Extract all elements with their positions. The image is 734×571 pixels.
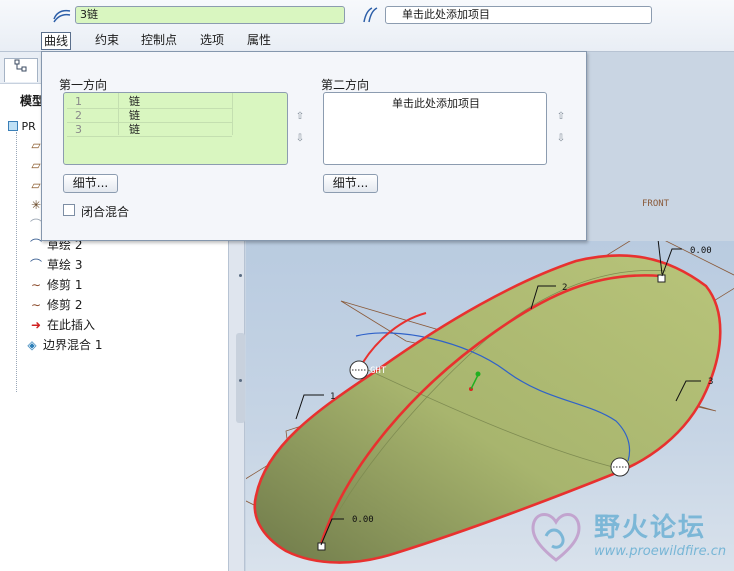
sketch-icon: ⌒ [29,258,42,272]
pane-splitter[interactable] [229,241,245,571]
splitter-grip-top [239,274,242,277]
tree-connector-line [16,132,17,392]
trim-curve-icon: ∼ [30,298,42,312]
dimension-top-label[interactable]: 0.00 [690,246,712,256]
watermark-url: www.proewildfire.cn [594,544,727,559]
second-direction-collector[interactable]: 单击此处添加项目 [385,6,652,24]
second-list-placeholder: 单击此处添加项目 [392,97,480,110]
tab-control-points[interactable]: 控制点 [139,32,179,50]
first-direction-collector[interactable]: 3链 [75,6,345,24]
tree-structure-icon [14,59,27,72]
curve-label-2[interactable]: 2 [562,283,567,293]
boundary-blend-dashboard: 3链 单击此处添加项目 曲线 约束 控制点 选项 属性 [0,0,734,52]
watermark-title: 野火论坛 [594,513,707,543]
chain-list-item[interactable]: 2链 [67,109,232,123]
curve-label-1[interactable]: 1 [330,392,335,402]
insert-arrow-icon: ➜ [30,318,42,332]
tree-item-trim-2[interactable]: ∼ 修剪 2 [28,296,82,314]
first-details-button[interactable]: 细节... [63,174,118,193]
watermark-logo-icon [531,513,581,562]
trim-curve-icon: ∼ [30,278,42,292]
chain-list-item[interactable]: 3链 [67,123,232,137]
tab-options[interactable]: 选项 [198,32,226,50]
boundary-blend-icon: ◈ [27,338,37,352]
second-details-button[interactable]: 细节... [323,174,378,193]
model-tree-tab[interactable] [4,58,38,82]
move-up-button-second[interactable]: ⇧ [554,111,568,123]
second-direction-chain-list[interactable]: 单击此处添加项目 [323,92,547,165]
first-direction-icon [53,9,71,23]
tree-root-label: PR [21,120,36,133]
front-plane-tag: FRONT [642,199,670,209]
tab-properties[interactable]: 属性 [245,32,273,50]
splitter-thumb[interactable] [236,333,245,423]
move-down-button[interactable]: ⇩ [293,133,307,145]
tree-item-boundary-blend[interactable]: ◈ 边界混合 1 [24,336,102,354]
tab-constraints[interactable]: 约束 [93,32,121,50]
tree-item-insert-here[interactable]: ➜ 在此插入 [28,316,95,334]
forum-watermark: 野火论坛 www.proewildfire.cn [520,504,730,566]
tree-item-sketch-3[interactable]: ⌒ 草绘 3 [28,256,82,274]
second-direction-icon [363,7,378,23]
part-icon [8,121,18,131]
closed-blend-checkbox[interactable] [63,204,75,216]
move-down-button-second[interactable]: ⇩ [554,133,568,145]
dimension-bottom-label[interactable]: 0.00 [352,515,374,525]
right-plane-label: GHT [370,366,387,376]
list-column-divider [232,93,233,135]
move-up-button[interactable]: ⇧ [293,111,307,123]
tree-root-part[interactable]: PR [8,120,36,133]
closed-blend-label: 闭合混合 [81,205,130,219]
first-direction-chain-list[interactable]: 1链 2链 3链 [63,92,288,165]
tab-curves[interactable]: 曲线 [41,32,72,50]
curve-label-3[interactable]: 3 [708,377,713,387]
first-direction-label: 第一方向 [59,78,108,92]
chain-list-item[interactable]: 1链 [67,95,232,109]
splitter-grip-middle [239,379,242,382]
tree-item-trim-1[interactable]: ∼ 修剪 1 [28,276,82,294]
second-direction-label: 第二方向 [321,78,370,92]
curves-panel: 第一方向 第二方向 1链 2链 3链 ⇧ ⇩ 单击此处添加项目 ⇧ ⇩ 细节..… [41,51,587,241]
